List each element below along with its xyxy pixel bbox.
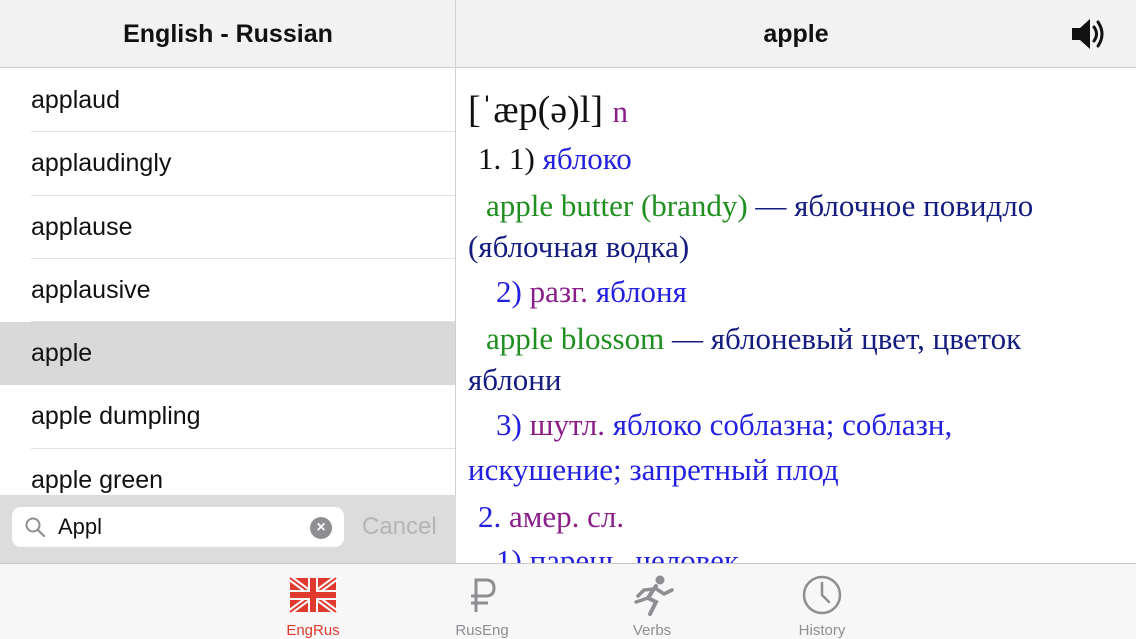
list-item[interactable]: applaud bbox=[0, 69, 456, 133]
sense-2: 2) разг. яблоня bbox=[496, 270, 687, 314]
tab-history[interactable]: History bbox=[762, 570, 882, 639]
example-translation: яблочное повидло bbox=[794, 188, 1034, 223]
search-bar: Appl × Cancel bbox=[0, 495, 456, 563]
usage-label: амер. сл. bbox=[509, 499, 625, 534]
list-item[interactable]: applause bbox=[0, 196, 456, 260]
tab-label: RusEng bbox=[455, 622, 509, 639]
clock-icon bbox=[798, 574, 846, 616]
example-phrase: apple butter (brandy) bbox=[486, 188, 748, 223]
sense-3-cont: искушение; запретный плод bbox=[468, 452, 839, 487]
sense-number: 1. 1) bbox=[478, 141, 535, 176]
example-1: apple butter (brandy) — яблочное повидло bbox=[486, 184, 1033, 228]
dash: — bbox=[672, 321, 703, 356]
tab-verbs[interactable]: Verbs bbox=[592, 570, 712, 639]
entry-title: apple bbox=[763, 20, 829, 48]
sense-number: 3) bbox=[496, 407, 522, 442]
example-1-cont: (яблочная водка) bbox=[468, 229, 690, 264]
list-item-selected[interactable]: apple bbox=[0, 322, 456, 386]
cancel-button[interactable]: Cancel bbox=[362, 507, 437, 547]
list-item[interactable]: apple green bbox=[0, 449, 456, 495]
search-input[interactable]: Appl × bbox=[12, 507, 344, 547]
transcription: [ˈæp(ə)l] bbox=[468, 89, 604, 131]
sense-1: 1. 1) яблоко bbox=[478, 137, 632, 181]
top-bar: English - Russian apple bbox=[0, 0, 1136, 68]
example-translation: яблоневый цвет, цветок bbox=[710, 321, 1022, 356]
clear-icon[interactable]: × bbox=[310, 517, 332, 539]
list-item[interactable]: applaudingly bbox=[0, 132, 456, 196]
definition-view: [ˈæp(ə)l] n 1. 1) яблоко apple butter (b… bbox=[456, 69, 1136, 564]
part-of-speech: n bbox=[612, 94, 629, 129]
transcription-line: [ˈæp(ə)l] n bbox=[468, 87, 628, 135]
tab-label: EngRus bbox=[286, 622, 340, 639]
tab-label: Verbs bbox=[632, 622, 672, 639]
word-list: applaud applaudingly applause applausive… bbox=[0, 69, 456, 495]
dash: — bbox=[755, 188, 787, 223]
search-input-value: Appl bbox=[58, 514, 103, 539]
tab-ruseng[interactable]: RusEng bbox=[422, 570, 542, 639]
uk-flag-icon bbox=[288, 574, 338, 616]
example-phrase: apple blossom bbox=[486, 321, 665, 356]
tab-label: History bbox=[798, 622, 846, 639]
tab-engrus[interactable]: EngRus bbox=[253, 570, 373, 639]
search-icon bbox=[24, 516, 46, 538]
usage-label: шутл. bbox=[529, 407, 605, 442]
dictionary-direction-title: English - Russian bbox=[123, 20, 333, 48]
list-item[interactable]: apple dumpling bbox=[0, 385, 456, 450]
usage-label: разг. bbox=[529, 274, 589, 309]
running-figure-icon bbox=[628, 574, 676, 616]
speaker-icon[interactable] bbox=[1068, 16, 1108, 52]
tab-bar: EngRus RusEng Verbs History bbox=[0, 563, 1136, 639]
translation: яблоко соблазна; соблазн, bbox=[612, 407, 953, 442]
list-item[interactable]: applausive bbox=[0, 259, 456, 323]
translation: яблоня bbox=[595, 274, 687, 309]
sense-4: 2. амер. сл. bbox=[478, 495, 624, 539]
example-2-cont: яблони bbox=[468, 362, 562, 397]
sense-3: 3) шутл. яблоко соблазна; соблазн, bbox=[496, 403, 952, 447]
translation: яблоко bbox=[542, 141, 632, 176]
example-2: apple blossom — яблоневый цвет, цветок bbox=[486, 317, 1021, 361]
ruble-icon bbox=[458, 574, 506, 616]
sense-number: 2) bbox=[496, 274, 522, 309]
sense-5-partial: 1) парень, человек bbox=[496, 543, 740, 564]
sense-number: 2. bbox=[478, 499, 502, 534]
